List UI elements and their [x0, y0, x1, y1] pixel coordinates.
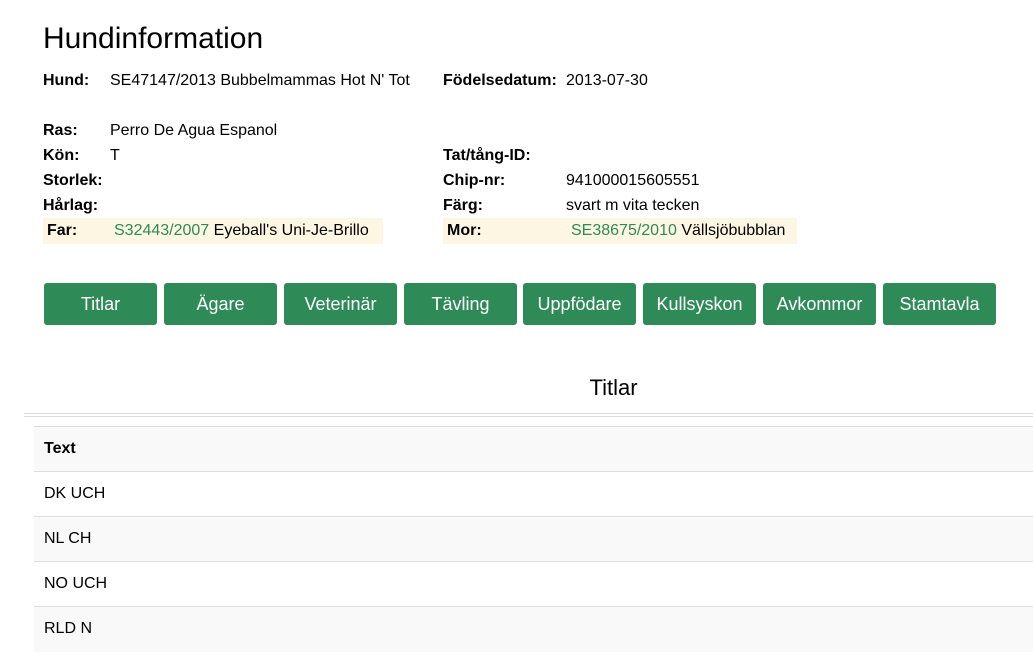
dam-name: Vällsjöbubblan	[681, 222, 786, 239]
stamtavla-button[interactable]: Stamtavla	[883, 283, 996, 325]
sire-name: Eyeball's Uni-Je-Brillo	[213, 222, 369, 239]
titles-table: Text DK UCH NL CH NO UCH RLD N	[34, 426, 1033, 652]
coat-label: Hårlag:	[43, 197, 99, 214]
table-cell: RLD N	[34, 606, 1033, 652]
agare-button[interactable]: Ägare	[164, 283, 277, 325]
dog-name-text: SE47147/2013 Bubbelmammas Hot N' Tot	[110, 72, 410, 89]
table-row: DK UCH	[34, 471, 1033, 517]
color-value: svart m vita tecken	[566, 197, 700, 214]
table-cell: DK UCH	[34, 471, 1033, 517]
uppfodare-button[interactable]: Uppfödare	[523, 283, 636, 325]
dam-value: SE38675/2010 Vällsjöbubblan	[571, 220, 785, 242]
breed-value: Perro De Agua Espanol	[110, 122, 278, 139]
dam-label: Mor:	[447, 222, 482, 239]
column-header-text: Text	[34, 426, 1033, 472]
section-divider	[24, 413, 1033, 414]
chip-label: Chip-nr:	[443, 172, 506, 189]
table-row: NL CH	[34, 516, 1033, 562]
page-title: Hundinformation	[43, 22, 264, 55]
sex-label: Kön:	[43, 147, 80, 164]
dam-reg-link[interactable]: SE38675/2010	[571, 222, 677, 239]
avkommor-button[interactable]: Avkommor	[763, 283, 876, 325]
breed-label: Ras:	[43, 122, 78, 139]
veterinar-button[interactable]: Veterinär	[284, 283, 397, 325]
kullsyskon-button[interactable]: Kullsyskon	[643, 283, 756, 325]
sire-reg-link[interactable]: S32443/2007	[114, 222, 209, 239]
sire-value: S32443/2007 Eyeball's Uni-Je-Brillo	[114, 220, 369, 242]
sire-label: Far:	[47, 222, 78, 239]
table-cell: NL CH	[34, 516, 1033, 562]
tavling-button[interactable]: Tävling	[404, 283, 517, 325]
dog-name-value: SE47147/2013 Bubbelmammas Hot N' Tot	[110, 68, 430, 93]
section-divider-2	[24, 416, 1033, 417]
titlar-button[interactable]: Titlar	[44, 283, 157, 325]
birth-value: 2013-07-30	[566, 72, 648, 89]
sex-value: T	[110, 147, 120, 164]
table-header-row: Text	[34, 426, 1033, 472]
size-label: Storlek:	[43, 172, 103, 189]
chip-value: 941000015605551	[566, 172, 700, 189]
section-title: Titlar	[589, 375, 638, 400]
birth-label: Födelsedatum:	[443, 72, 557, 89]
color-label: Färg:	[443, 197, 483, 214]
dog-name-label: Hund:	[43, 72, 90, 89]
table-row: RLD N	[34, 606, 1033, 652]
table-row: NO UCH	[34, 561, 1033, 607]
table-cell: NO UCH	[34, 561, 1033, 607]
tattoo-label: Tat/tång-ID:	[443, 147, 531, 164]
